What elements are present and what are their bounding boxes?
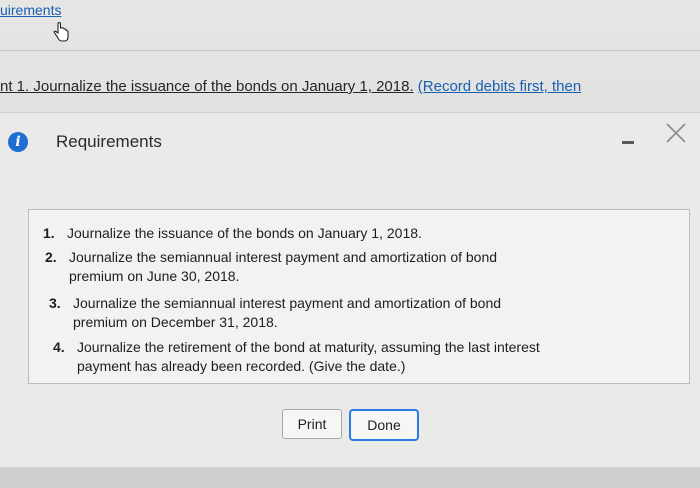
section-divider <box>0 50 700 51</box>
info-icon: i <box>8 132 28 152</box>
requirements-link[interactable]: uirements <box>0 2 61 18</box>
list-item: 3. Journalize the semiannual interest pay… <box>49 294 501 332</box>
instruction-main: nt 1. Journalize the issuance of the bon… <box>0 78 414 95</box>
item-text: Journalize the issuance of the bonds on … <box>67 225 422 241</box>
item-number: 2. <box>45 249 57 265</box>
instruction-text: nt 1. Journalize the issuance of the bon… <box>0 78 581 95</box>
print-button[interactable]: Print <box>282 409 342 439</box>
dialog-title: Requirements <box>56 132 162 151</box>
instruction-note: (Record debits first, then <box>417 78 582 95</box>
item-text-continued: premium on December 31, 2018. <box>73 314 278 330</box>
minimize-button[interactable] <box>620 136 636 146</box>
item-number: 3. <box>49 295 61 311</box>
close-button[interactable] <box>664 121 688 145</box>
item-text-continued: payment has already been recorded. (Give… <box>77 358 406 374</box>
background-strip <box>0 467 700 488</box>
list-item: 1. Journalize the issuance of the bonds o… <box>43 224 422 243</box>
list-item: 4. Journalize the retirement of the bond … <box>53 338 540 376</box>
minimize-icon <box>622 141 634 144</box>
requirements-list: 1. Journalize the issuance of the bonds o… <box>28 209 690 384</box>
item-text: Journalize the semiannual interest payme… <box>69 249 498 265</box>
requirements-dialog: i Requirements 1. Journalize the issuance… <box>0 112 700 468</box>
close-icon <box>666 123 686 143</box>
list-item: 2. Journalize the semiannual interest pay… <box>45 248 497 286</box>
item-text-continued: premium on June 30, 2018. <box>69 268 240 284</box>
item-number: 1. <box>43 225 55 241</box>
item-number: 4. <box>53 339 65 355</box>
screen: uirements nt 1. Journalize the issuance … <box>0 0 700 488</box>
item-text: Journalize the retirement of the bond at… <box>77 339 540 355</box>
hand-pointer-icon <box>53 22 69 42</box>
done-button[interactable]: Done <box>349 409 419 441</box>
item-text: Journalize the semiannual interest payme… <box>73 295 502 311</box>
